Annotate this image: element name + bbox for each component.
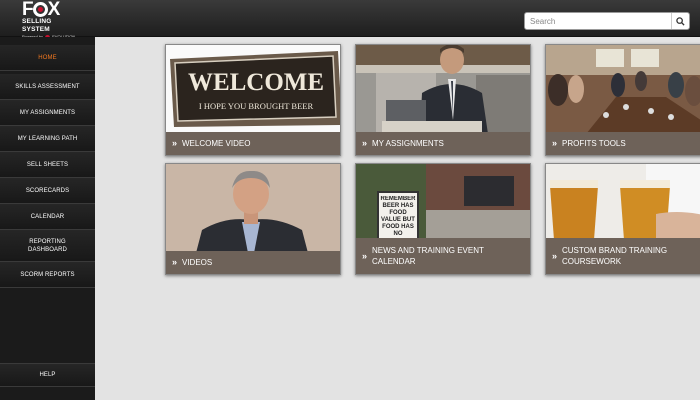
tile-caption: » VIDEOS (166, 251, 340, 274)
presenter-video-image (166, 164, 340, 253)
sidebar-nav: HOME SKILLS ASSESSMENT MY ASSIGNMENTS MY… (0, 37, 95, 400)
sidebar-item-sell-sheets[interactable]: SELL SHEETS (0, 152, 95, 178)
chevron-right-icon: » (552, 250, 558, 261)
sidebar-item-my-learning-path[interactable]: MY LEARNING PATH (0, 126, 95, 152)
sidebar-item-scorecards[interactable]: SCORECARDS (0, 178, 95, 204)
tile-videos[interactable]: » VIDEOS (165, 163, 341, 275)
sidebar-item-skills-assessment[interactable]: SKILLS ASSESSMENT (0, 74, 95, 100)
restaurant-meeting-image (546, 45, 700, 134)
sidebar-item-help[interactable]: HELP (0, 363, 95, 387)
welcome-sign-image: WELCOME I HOPE YOU BROUGHT BEER (166, 45, 340, 134)
tile-welcome-video[interactable]: WELCOME I HOPE YOU BROUGHT BEER » WELCOM… (165, 44, 341, 156)
magnifier-icon (676, 16, 685, 26)
chevron-right-icon: » (172, 138, 178, 148)
tile-my-assignments[interactable]: » MY ASSIGNMENTS (355, 44, 531, 156)
sidebar-item-home[interactable]: HOME (0, 45, 95, 71)
search-input[interactable] (525, 13, 671, 29)
svg-text:WELCOME: WELCOME (188, 69, 324, 96)
search-box (524, 12, 690, 30)
fox-selling-system-logo[interactable]: FX SELLING SYSTEM Powered byEVOLUTION (22, 0, 76, 40)
tile-caption: » MY ASSIGNMENTS (356, 132, 530, 155)
search-button[interactable] (671, 13, 689, 29)
chevron-right-icon: » (362, 250, 368, 261)
chevron-right-icon: » (552, 138, 558, 148)
businessman-laptop-image (356, 45, 530, 134)
sidebar-item-reporting-dashboard[interactable]: REPORTING DASHBOARD (0, 230, 95, 262)
logo-o-icon (32, 2, 48, 17)
chevron-right-icon: » (172, 257, 178, 267)
tile-custom-brand-training[interactable]: » CUSTOM BRAND TRAINING COURSEWORK (545, 163, 700, 275)
tile-caption: » PROFITS TOOLS (546, 132, 700, 155)
sidebar-item-scorm-reports[interactable]: SCORM REPORTS (0, 262, 95, 288)
top-header: FX SELLING SYSTEM Powered byEVOLUTION (0, 0, 700, 40)
logo-subtitle: SELLING SYSTEM (22, 18, 52, 33)
sidebar-item-my-assignments[interactable]: MY ASSIGNMENTS (0, 100, 95, 126)
tile-caption: » WELCOME VIDEO (166, 132, 340, 155)
tile-profits-tools[interactable]: » PROFITS TOOLS (545, 44, 700, 156)
tile-caption: » NEWS AND TRAINING EVENT CALENDAR (356, 238, 530, 274)
beer-sidewalk-sign-image: REMEMBER BEER HAS FOOD VALUE BUT FOOD HA… (356, 164, 530, 240)
tile-news-training-calendar[interactable]: REMEMBER BEER HAS FOOD VALUE BUT FOOD HA… (355, 163, 531, 275)
logo-wordmark: FX (22, 0, 60, 20)
tile-caption: » CUSTOM BRAND TRAINING COURSEWORK (546, 238, 700, 274)
beer-glasses-image (546, 164, 700, 240)
svg-text:I HOPE YOU BROUGHT BEER: I HOPE YOU BROUGHT BEER (199, 101, 314, 111)
sidewalk-sign-text: REMEMBER BEER HAS FOOD VALUE BUT FOOD HA… (380, 196, 416, 237)
chevron-right-icon: » (362, 138, 368, 148)
sidebar-item-calendar[interactable]: CALENDAR (0, 204, 95, 230)
